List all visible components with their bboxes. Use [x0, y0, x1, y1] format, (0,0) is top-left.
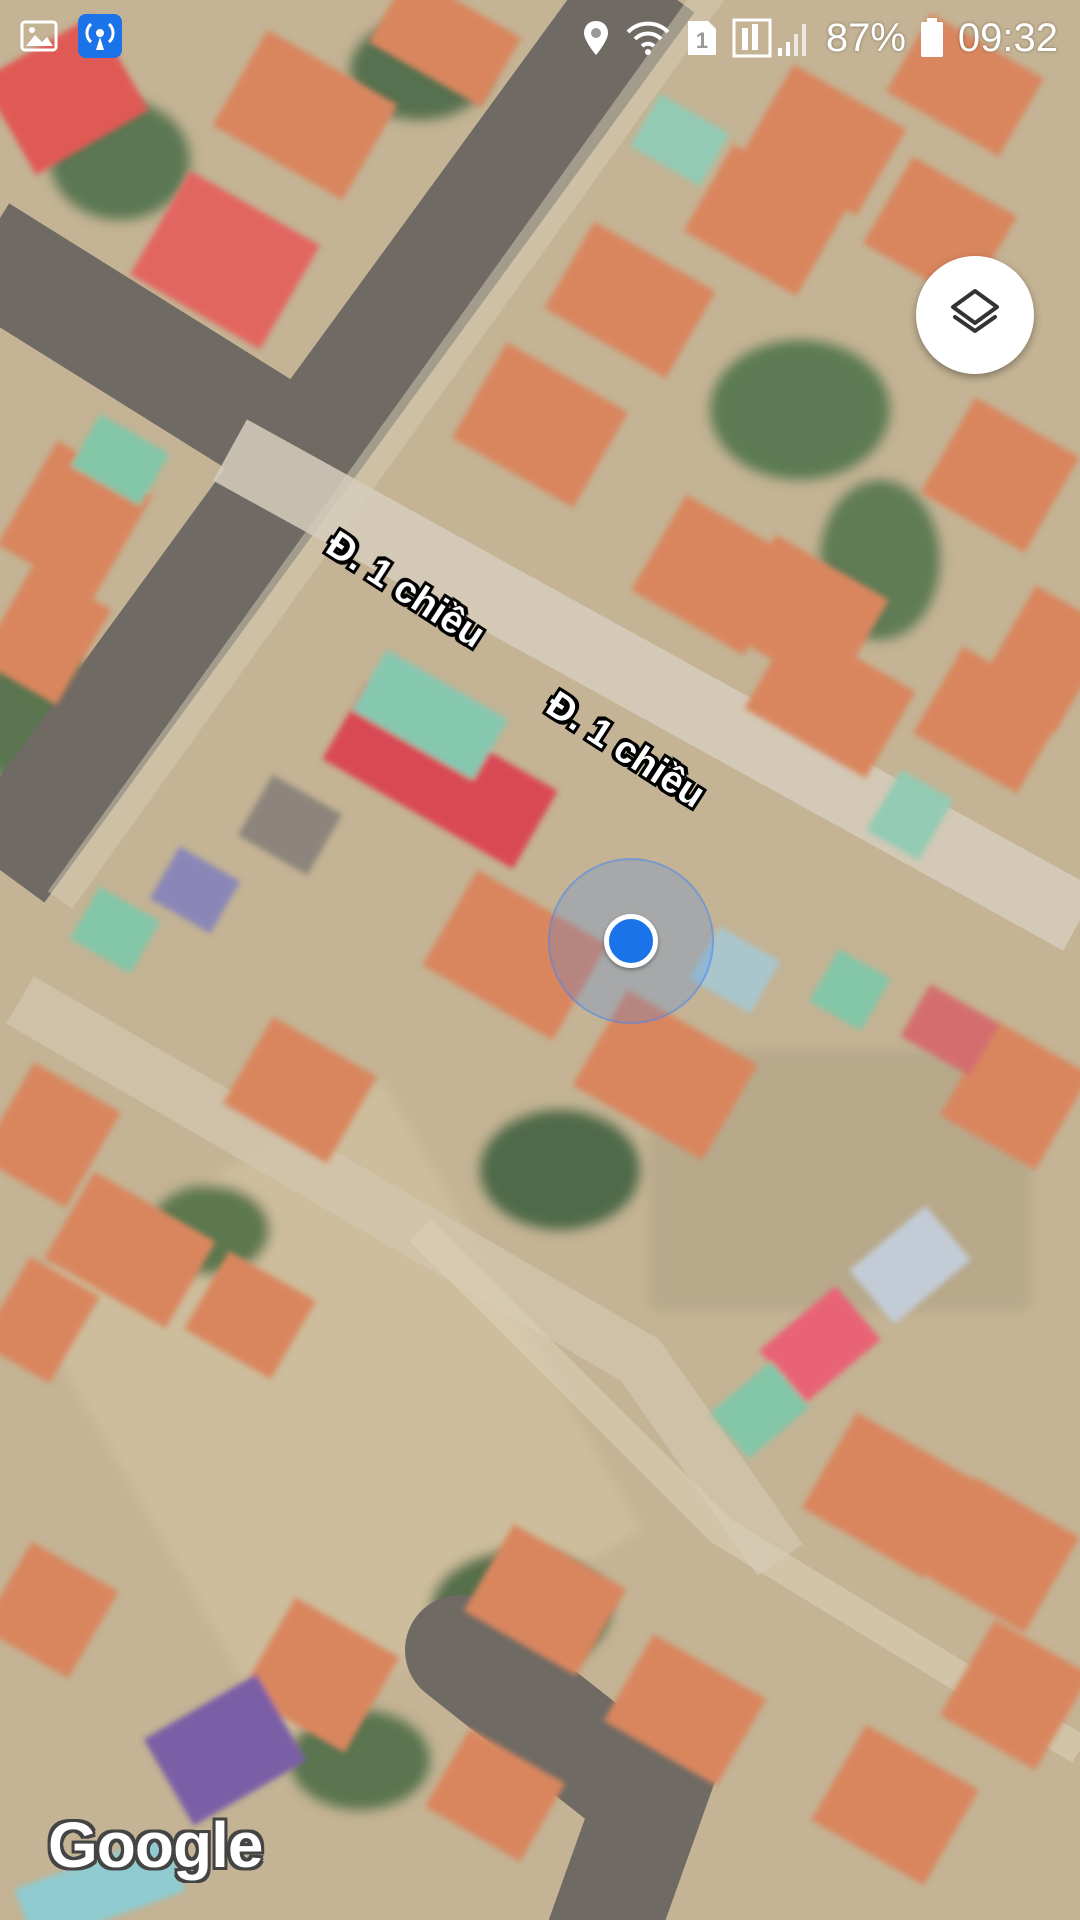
- status-bar-right: 1 87% 09:32: [582, 10, 1058, 66]
- current-location-dot[interactable]: [604, 914, 658, 968]
- satellite-imagery: [0, 0, 1080, 1920]
- sim-slot-number: 1: [696, 28, 708, 53]
- hotspot-icon: [78, 14, 122, 58]
- location-icon: [582, 19, 610, 57]
- sim-icon: 1: [686, 19, 718, 57]
- layers-icon: [947, 285, 1003, 346]
- clock: 09:32: [957, 15, 1058, 60]
- gallery-icon: [20, 20, 58, 52]
- wifi-icon: [624, 18, 672, 58]
- status-bar: 1 87% 09:32: [0, 0, 1080, 76]
- map-layers-button[interactable]: [916, 256, 1034, 374]
- signal-icon: [732, 18, 812, 58]
- battery-percent: 87%: [825, 15, 906, 60]
- battery-icon: [920, 18, 944, 58]
- satellite-map[interactable]: Đ. 1 chiều Đ. 1 chiều Google: [0, 0, 1080, 1920]
- status-bar-left: [20, 14, 122, 58]
- google-logo: Google: [48, 1809, 263, 1881]
